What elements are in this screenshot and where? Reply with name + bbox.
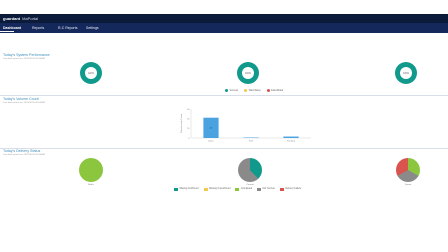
performance-title: Today's System Performance <box>3 53 50 57</box>
legend-dot-icon <box>244 89 248 92</box>
nav-tab-dashboard[interactable]: Dashboard <box>3 26 21 30</box>
active-tab-indicator <box>0 31 14 32</box>
performance-subtitle: Last data refresh on: 2023-06-15 06:04 A… <box>3 57 45 60</box>
x-tick-label: Pending <box>287 141 296 143</box>
nav-tab-settings[interactable]: Settings <box>86 26 99 30</box>
legend-swatch-icon <box>279 188 284 191</box>
legend-swatch-icon <box>257 188 262 191</box>
section-divider <box>0 148 448 149</box>
status-pie-1-label: Batch <box>88 184 94 186</box>
y-axis-label: Files/records Count <box>180 114 183 133</box>
performance-donut-2-label: 100% <box>244 71 252 75</box>
legend-swatch-icon <box>203 188 208 191</box>
performance-legend: Success Warn/Delay Failed/Fatal <box>225 89 283 92</box>
bar-pending <box>283 136 299 138</box>
y-tick-label: 20 <box>187 128 190 130</box>
performance-donut-1-label: 100% <box>87 71 95 75</box>
status-pie-3-label: Queue <box>404 184 412 186</box>
x-tick-label: Sent <box>249 140 254 143</box>
legend-completed[interactable]: Completed <box>235 188 252 191</box>
bar-sent <box>243 137 259 139</box>
status-legend: Missing Confirmed Missing Unconfirmed Co… <box>174 188 301 191</box>
main-nav: Dashboard Reports R-C Reports Settings <box>0 23 448 33</box>
status-pie-2-label: Current <box>246 184 254 186</box>
legend-warn[interactable]: Warn/Delay <box>244 89 261 92</box>
y-tick-label: 60 <box>187 109 190 111</box>
y-tick-label: 0 <box>188 138 190 140</box>
status-pie-1[interactable] <box>79 158 103 182</box>
legend-swatch-icon <box>174 188 178 191</box>
y-tick-label: 40 <box>187 118 190 120</box>
performance-donut-1[interactable]: 100% <box>80 62 102 84</box>
status-title: Today's Delivery Status <box>3 149 41 153</box>
section-divider <box>0 95 448 96</box>
legend-missing-unconfirmed[interactable]: Missing Unconfirmed <box>203 188 230 191</box>
app-header: guardant MaPortal <box>0 14 448 23</box>
brand-name: guardant <box>3 16 21 21</box>
legend-not-yet-due[interactable]: Not Yet Due <box>257 188 275 191</box>
performance-donut-3[interactable]: 100% <box>395 62 417 84</box>
status-pie-3[interactable] <box>396 158 420 182</box>
volume-subtitle: Last data refresh on: 2023-06-15 06:04 A… <box>3 101 45 104</box>
status-pie-2[interactable] <box>238 158 262 182</box>
volume-title: Today's Volume Count <box>3 97 39 101</box>
brand-subtitle: MaPortal <box>22 16 39 21</box>
performance-donut-3-label: 100% <box>402 71 410 75</box>
x-tick-label: Inbox <box>208 141 214 143</box>
status-subtitle: Last data refresh on: 2023-06-15 06:04 A… <box>3 153 45 156</box>
nav-tab-reports[interactable]: Reports <box>32 26 44 30</box>
brand-logo[interactable]: guardant MaPortal <box>3 16 38 21</box>
performance-donut-2[interactable]: 100% <box>237 62 259 84</box>
legend-delivery-failure[interactable]: Delivery Failure <box>279 188 301 191</box>
legend-success[interactable]: Success <box>225 89 238 92</box>
legend-dot-icon <box>225 89 228 92</box>
legend-swatch-icon <box>235 188 240 191</box>
legend-dot-icon <box>266 89 270 92</box>
legend-missing-confirmed[interactable]: Missing Confirmed <box>174 188 199 191</box>
volume-bar-chart: 6040200Files/records Count 42Inbox Sent Pen… <box>180 109 311 143</box>
legend-failed[interactable]: Failed/Fatal <box>266 89 283 92</box>
nav-tab-rc-reports[interactable]: R-C Reports <box>58 26 77 30</box>
